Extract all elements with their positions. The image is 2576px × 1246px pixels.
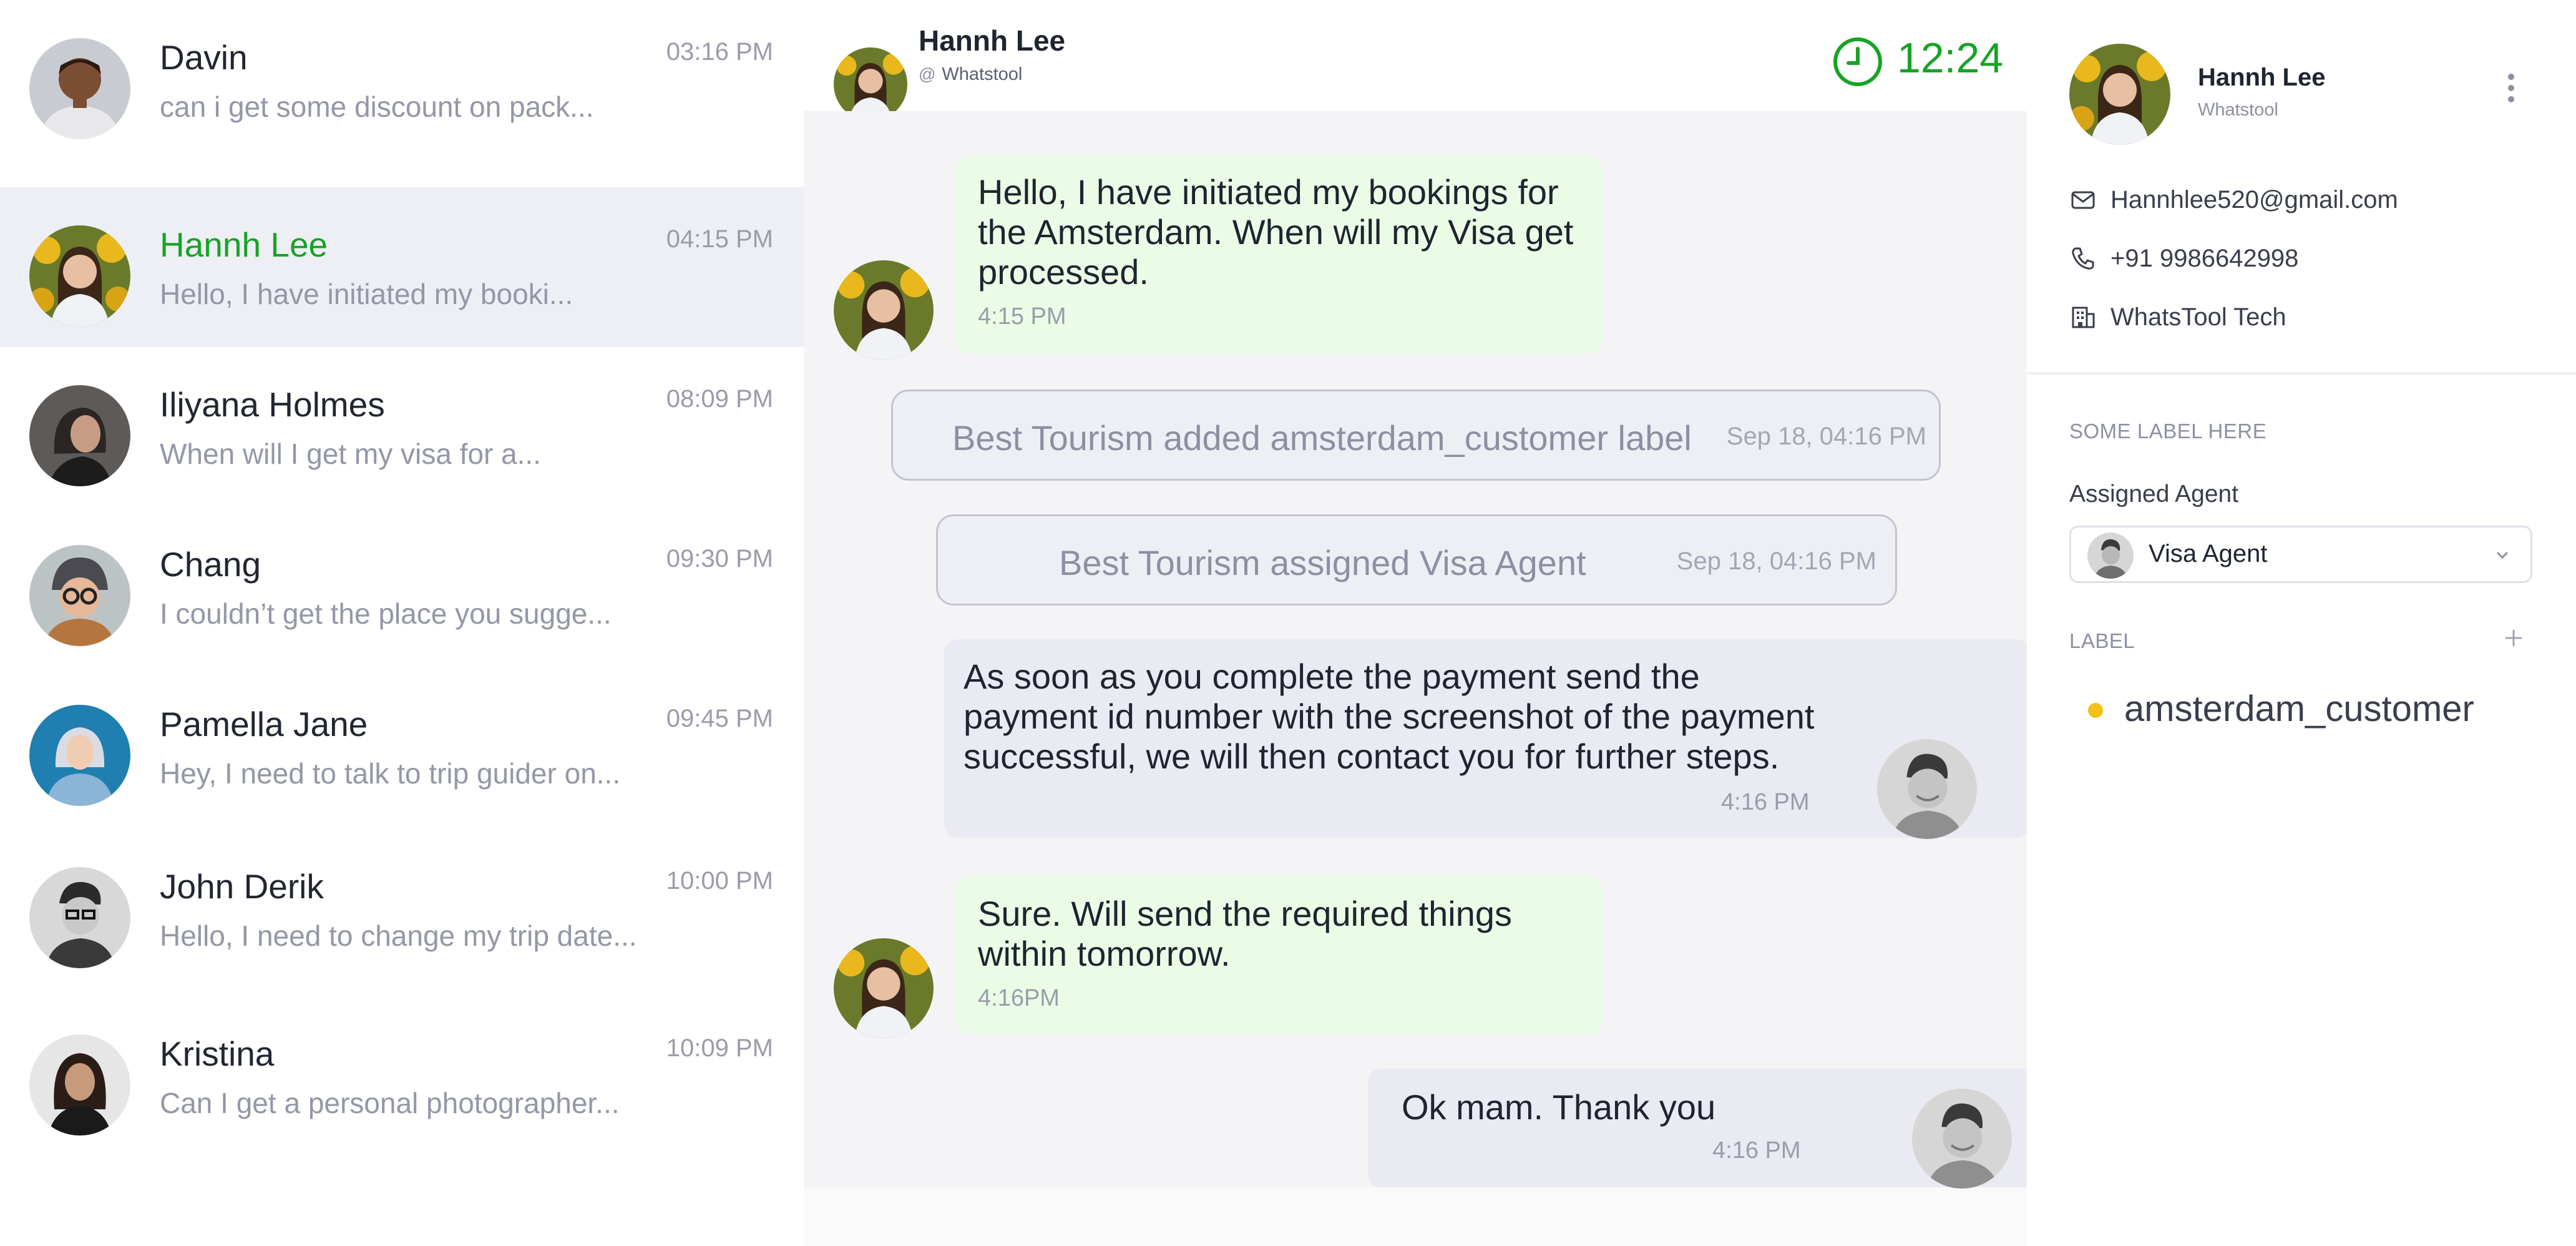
conversation-item-davin[interactable]: Davin can i get some discount on pack...… <box>0 0 804 160</box>
label-color-dot <box>2088 703 2103 718</box>
conversation-item-iliyana-holmes[interactable]: Iliyana Holmes When will I get my visa f… <box>0 347 804 507</box>
label-heading: LABEL <box>2069 629 2135 652</box>
chevron-down-icon <box>2497 552 2508 559</box>
chat-contact-source: @ Whatstool <box>919 64 1022 85</box>
message-text: Hello, I have initiated my bookings for … <box>978 172 1574 292</box>
contact-details-panel: Hannh Lee Whatstool Hannhlee520@gmail.co… <box>2027 0 2576 1246</box>
chat-contact-avatar <box>834 47 907 121</box>
message-bubble-incoming[interactable]: Sure. Will send the required things with… <box>956 876 1603 1034</box>
avatar-kristina <box>29 1034 130 1136</box>
conversation-time: 10:09 PM <box>666 1034 773 1062</box>
conversation-preview: Hello, I have initiated my booki... <box>160 278 573 310</box>
phone-icon <box>2072 247 2094 270</box>
conversation-list: Davin can i get some discount on pack...… <box>0 0 804 1246</box>
conversation-name: Iliyana Holmes <box>160 385 385 424</box>
assigned-agent-value: Visa Agent <box>2149 540 2268 567</box>
conversation-preview: When will I get my visa for a... <box>160 438 541 470</box>
conversation-preview: Can I get a personal photographer... <box>160 1087 620 1119</box>
at-icon: @ <box>919 65 936 84</box>
conversation-item-john-derik[interactable]: John Derik Hello, I need to change my tr… <box>0 829 804 989</box>
message-time: 4:15 PM <box>978 303 1066 330</box>
chat-source-label: Whatstool <box>942 64 1023 84</box>
conversation-time: 09:45 PM <box>666 705 773 732</box>
system-event-date: Sep 18, 04:16 PM <box>1726 423 1926 450</box>
conversation-preview: can i get some discount on pack... <box>160 91 594 123</box>
clock-icon <box>1833 37 1882 86</box>
conversation-preview: Hello, I need to change my trip date... <box>160 920 637 952</box>
system-event-date: Sep 18, 04:16 PM <box>1676 547 1876 575</box>
add-label-icon[interactable] <box>2501 625 2526 650</box>
system-event: Best Tourism added amsterdam_customer la… <box>891 390 1941 481</box>
conversation-name: Hannh Lee <box>160 225 328 264</box>
conversation-item-hannh-lee[interactable]: Hannh Lee Hello, I have initiated my boo… <box>0 187 804 347</box>
avatar-iliyana-holmes <box>29 385 130 486</box>
conversation-name: Chang <box>160 545 261 584</box>
message-text: Sure. Will send the required things with… <box>978 894 1512 973</box>
contact-phone: +91 9986642998 <box>2110 245 2299 272</box>
conversation-time: 10:00 PM <box>666 867 773 895</box>
conversation-item-chang[interactable]: Chang I couldn’t get the place you sugge… <box>0 507 804 667</box>
contact-email: Hannhlee520@gmail.com <box>2110 186 2398 213</box>
message-bubble-outgoing[interactable]: As soon as you complete the payment send… <box>944 639 2030 838</box>
conversation-name: Davin <box>160 38 248 77</box>
conversation-time: 08:09 PM <box>666 385 773 413</box>
system-event: Best Tourism assigned Visa Agent Sep 18,… <box>936 514 1897 606</box>
avatar-pamella-jane <box>29 705 130 806</box>
message-time: 4:16 PM <box>1721 789 1810 815</box>
contact-avatar <box>2069 44 2170 145</box>
more-options-icon[interactable] <box>2504 74 2519 109</box>
label-tag[interactable]: amsterdam_customer <box>2124 688 2474 730</box>
avatar-chang <box>29 545 130 646</box>
agent-avatar <box>2087 532 2134 579</box>
avatar-davin <box>29 38 130 139</box>
message-text: Ok mam. Thank you <box>1402 1087 1716 1127</box>
message-time: 4:16PM <box>978 985 1060 1011</box>
contact-source: Whatstool <box>2198 100 2278 120</box>
building-icon <box>2072 307 2095 328</box>
avatar-hannh-lee <box>29 225 130 326</box>
conversation-preview: I couldn’t get the place you sugge... <box>160 597 612 630</box>
system-event-text: Best Tourism added amsterdam_customer la… <box>952 418 1692 458</box>
divider <box>2027 372 2576 375</box>
incoming-avatar <box>834 260 934 360</box>
message-text: As soon as you complete the payment send… <box>964 657 1815 776</box>
session-timer: 12:24 <box>1897 34 2004 82</box>
conversation-time: 03:16 PM <box>666 38 773 66</box>
conversation-item-kristina[interactable]: Kristina Can I get a personal photograph… <box>0 996 804 1156</box>
system-event-text: Best Tourism assigned Visa Agent <box>1059 543 1586 582</box>
incoming-avatar <box>834 938 934 1038</box>
conversation-name: Kristina <box>160 1034 275 1073</box>
agent-avatar <box>1912 1089 2012 1189</box>
contact-name: Hannh Lee <box>2198 64 2326 91</box>
conversation-preview: Hey, I need to talk to trip guider on... <box>160 757 621 790</box>
assigned-agent-select[interactable]: Visa Agent <box>2069 526 2532 583</box>
chat-messages: Hello, I have initiated my bookings for … <box>804 111 2064 1189</box>
chat-header: Hannh Lee @ Whatstool 12:24 <box>804 0 2027 121</box>
contact-company: WhatsTool Tech <box>2110 303 2286 331</box>
chat-contact-name: Hannh Lee <box>919 24 1066 57</box>
conversation-time: 09:30 PM <box>666 545 773 572</box>
conversation-item-pamella-jane[interactable]: Pamella Jane Hey, I need to talk to trip… <box>0 667 804 827</box>
message-bubble-incoming[interactable]: Hello, I have initiated my bookings for … <box>956 156 1603 353</box>
avatar-john-derik <box>29 867 130 968</box>
conversation-name: Pamella Jane <box>160 705 368 743</box>
conversation-time: 04:15 PM <box>666 225 773 253</box>
agent-avatar <box>1877 739 1977 839</box>
message-time: 4:16 PM <box>1712 1137 1801 1164</box>
section-heading: SOME LABEL HERE <box>2069 419 2267 443</box>
conversation-name: John Derik <box>160 867 324 906</box>
mail-icon <box>2071 191 2095 209</box>
assigned-agent-label: Assigned Agent <box>2069 481 2239 508</box>
